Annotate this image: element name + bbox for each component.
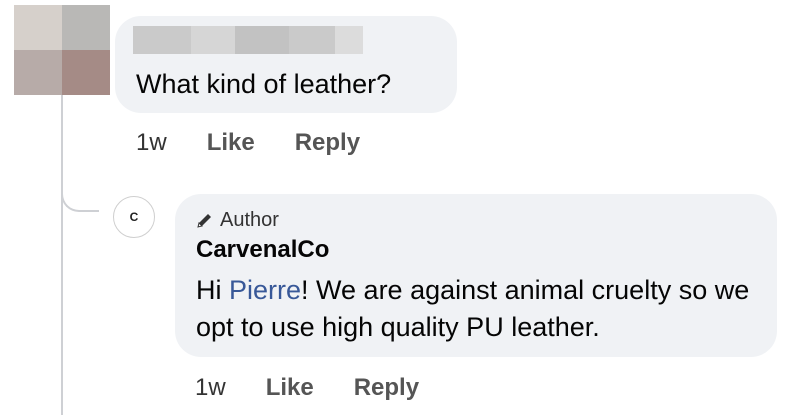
like-button[interactable]: Like	[207, 128, 255, 158]
mention-link[interactable]: Pierre	[229, 275, 301, 305]
blurred-commenter-name[interactable]	[133, 26, 363, 54]
comment-timestamp[interactable]: 1w	[136, 128, 167, 158]
pencil-icon	[197, 214, 211, 228]
reply-author-name[interactable]: CarvenalCo	[196, 235, 329, 265]
reply-text: Hi Pierre! We are against animal cruelty…	[196, 272, 766, 346]
avatar-letter: C	[129, 210, 139, 224]
like-button[interactable]: Like	[266, 373, 314, 403]
author-badge-label: Author	[220, 209, 279, 231]
name-blur-block	[191, 26, 235, 54]
name-blur-block	[335, 26, 363, 54]
name-blur-block	[289, 26, 335, 54]
thread-line	[61, 95, 63, 415]
author-badge: Author	[196, 207, 279, 233]
reply-timestamp[interactable]: 1w	[195, 373, 226, 403]
avatar[interactable]	[14, 5, 110, 95]
reply-button[interactable]: Reply	[354, 373, 419, 403]
avatar-pixel	[14, 5, 62, 50]
reply-avatar[interactable]: C	[113, 196, 155, 238]
reply-button[interactable]: Reply	[295, 128, 360, 158]
reply-actions: 1w Like Reply	[195, 373, 419, 403]
name-blur-block	[235, 26, 289, 54]
comment-actions: 1w Like Reply	[136, 128, 360, 158]
comment-text: What kind of leather?	[136, 69, 392, 99]
thread-connector	[61, 176, 99, 212]
avatar-pixel	[62, 50, 110, 95]
avatar-pixel	[62, 5, 110, 50]
name-blur-block	[133, 26, 191, 54]
reply-text-start: Hi	[196, 275, 229, 305]
avatar-pixel	[14, 50, 62, 95]
